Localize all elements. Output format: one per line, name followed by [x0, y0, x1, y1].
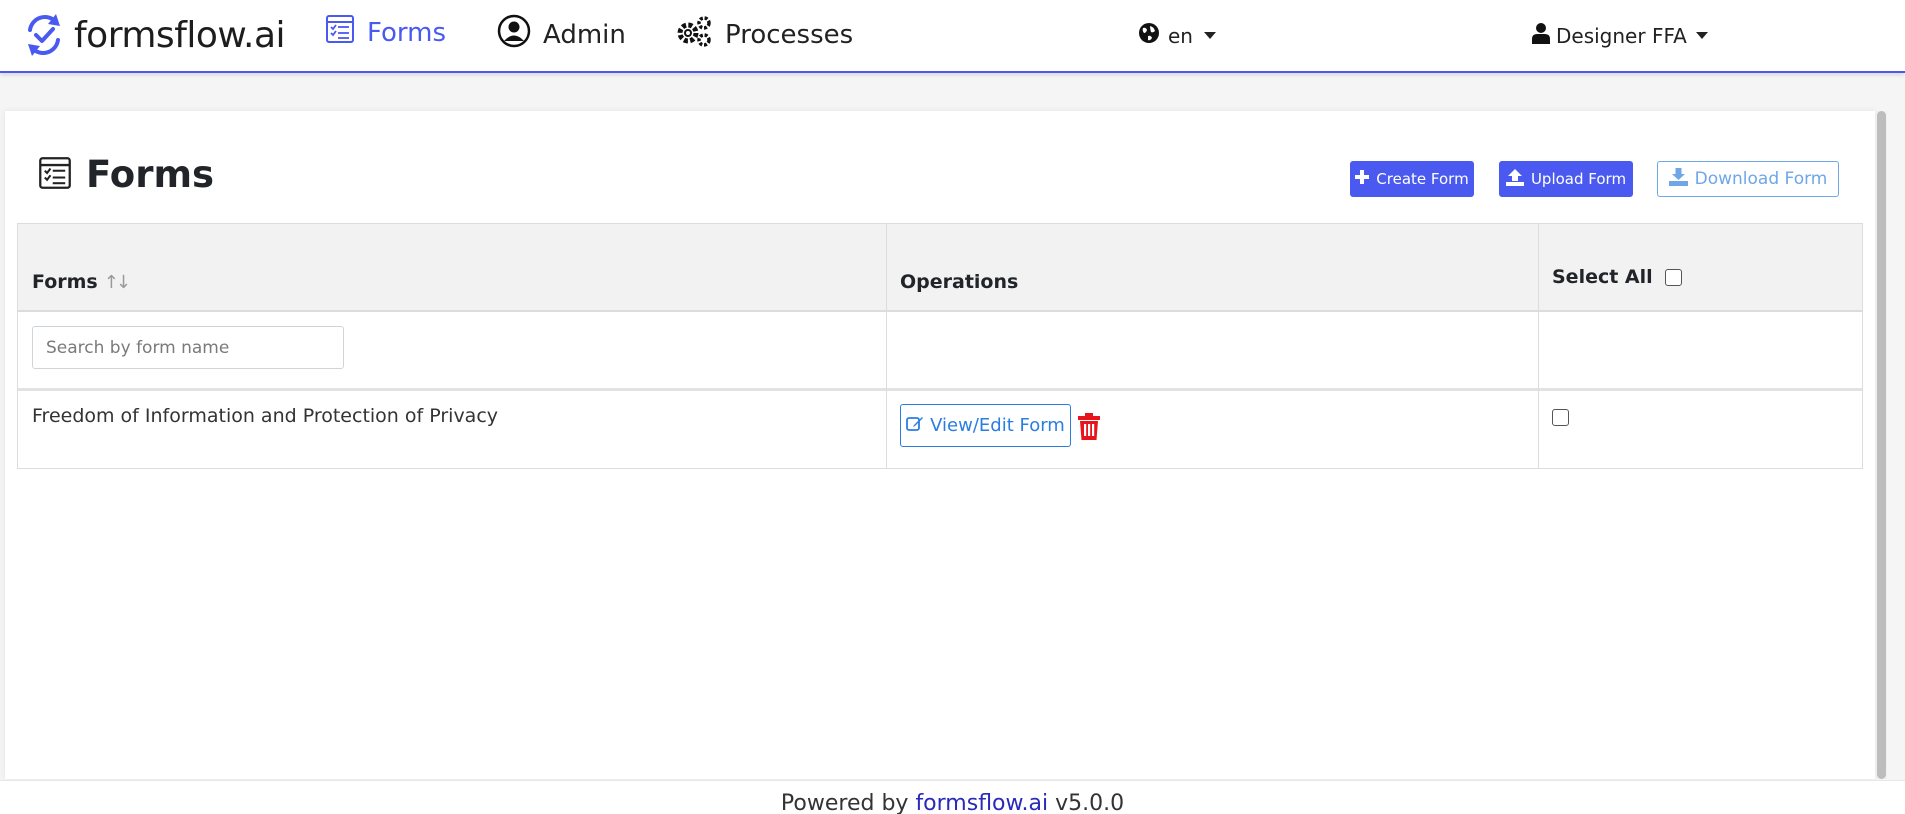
view-edit-form-label: View/Edit Form [930, 415, 1065, 436]
gears-icon [675, 14, 713, 55]
globe-icon [1138, 22, 1160, 49]
brand-name: formsflow.ai [74, 14, 286, 56]
edit-icon [906, 415, 924, 437]
top-navbar: formsflow.ai Forms Admin Processes en De… [0, 0, 1905, 73]
form-name: Freedom of Information and Protection of… [32, 405, 499, 427]
download-icon [1668, 167, 1688, 191]
footer-link[interactable]: formsflow.ai [915, 791, 1048, 814]
column-header-operations-label: Operations [900, 271, 1019, 293]
plus-icon [1355, 170, 1370, 188]
footer-version: v5.0.0 [1055, 791, 1125, 814]
language-label: en [1168, 23, 1193, 48]
user-name: Designer FFA [1556, 23, 1687, 48]
forms-table: Forms ↑↓ Operations Select All Freedom o… [17, 223, 1863, 469]
table-header: Forms ↑↓ Operations Select All [18, 224, 1862, 312]
nav-admin-label: Admin [543, 19, 626, 50]
language-dropdown[interactable]: en [1138, 22, 1216, 49]
column-header-select-all: Select All [1552, 266, 1682, 288]
column-header-forms-label: Forms [32, 271, 98, 293]
trash-icon[interactable] [1078, 413, 1100, 444]
download-form-button[interactable]: Download Form [1657, 161, 1839, 197]
upload-form-label: Upload Form [1530, 170, 1627, 188]
column-header-forms[interactable]: Forms ↑↓ [32, 271, 131, 293]
footer-prefix: Powered by [780, 791, 909, 814]
user-circle-icon [497, 14, 531, 55]
user-dropdown[interactable]: Designer FFA [1532, 22, 1708, 49]
view-edit-form-button[interactable]: View/Edit Form [900, 404, 1071, 447]
formsflow-logo-icon [22, 8, 66, 62]
search-form-input[interactable] [32, 326, 344, 369]
caret-down-icon [1695, 32, 1708, 39]
column-divider [1538, 224, 1539, 468]
page-title: Forms [38, 153, 214, 196]
page-title-text: Forms [86, 153, 215, 196]
column-header-operations: Operations [900, 271, 1018, 293]
filter-row [18, 312, 1862, 391]
upload-icon [1505, 168, 1524, 190]
create-form-button[interactable]: Create Form [1350, 161, 1474, 197]
nav-processes-label: Processes [725, 19, 854, 50]
scrollbar[interactable] [1876, 111, 1887, 779]
nav-forms[interactable]: Forms [325, 14, 446, 51]
form-list-icon [325, 14, 355, 51]
caret-down-icon [1203, 32, 1216, 39]
form-list-icon [38, 156, 72, 194]
sort-icon[interactable]: ↑↓ [104, 272, 131, 293]
column-divider [886, 224, 887, 468]
user-icon [1532, 22, 1550, 49]
nav-forms-label: Forms [367, 17, 447, 48]
select-all-checkbox[interactable] [1664, 268, 1682, 286]
upload-form-button[interactable]: Upload Form [1499, 161, 1633, 197]
download-form-label: Download Form [1694, 169, 1828, 189]
brand[interactable]: formsflow.ai [22, 8, 286, 62]
create-form-label: Create Form [1376, 170, 1469, 188]
nav-admin[interactable]: Admin [497, 14, 626, 55]
scrollbar-thumb[interactable] [1877, 111, 1886, 779]
row-select-checkbox[interactable] [1552, 409, 1569, 426]
select-all-label: Select All [1552, 266, 1653, 288]
table-row: Freedom of Information and Protection of… [18, 391, 1862, 468]
footer: Powered by formsflow.ai v5.0.0 [0, 780, 1905, 814]
nav-processes[interactable]: Processes [675, 14, 853, 55]
